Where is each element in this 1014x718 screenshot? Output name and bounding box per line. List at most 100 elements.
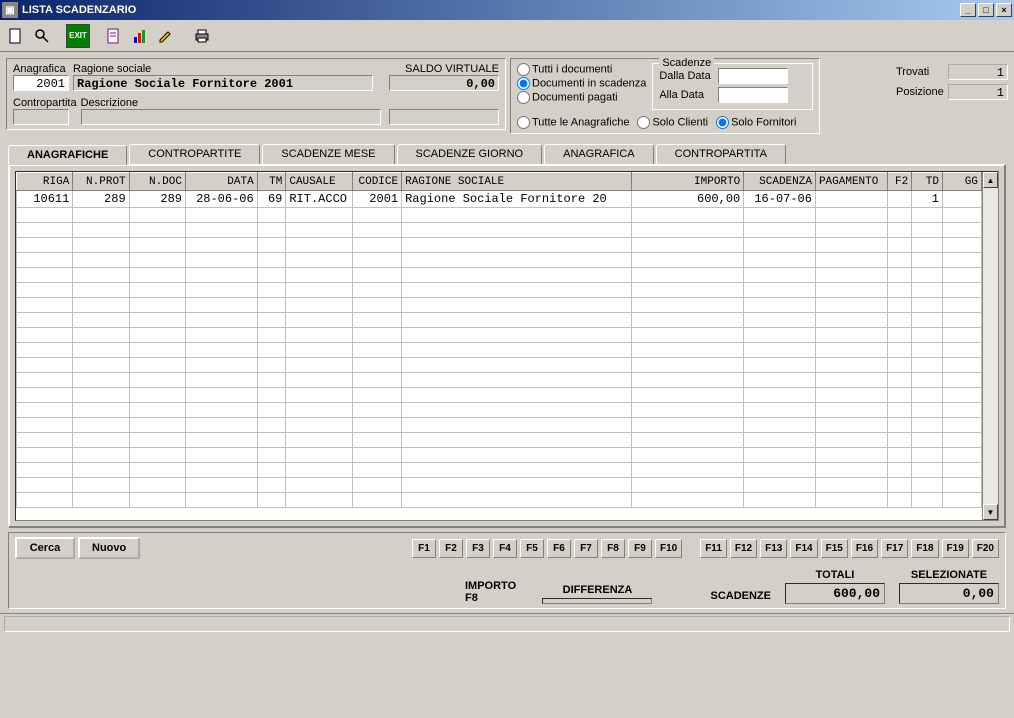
table-row[interactable] bbox=[17, 433, 982, 448]
col-scadenza[interactable]: SCADENZA bbox=[744, 173, 816, 191]
f4-button[interactable]: F4 bbox=[493, 539, 517, 558]
f11-button[interactable]: F11 bbox=[700, 539, 727, 558]
f3-button[interactable]: F3 bbox=[466, 539, 490, 558]
table-row[interactable] bbox=[17, 463, 982, 478]
col-ragione[interactable]: RAGIONE SOCIALE bbox=[402, 173, 631, 191]
descrizione-value bbox=[81, 109, 381, 125]
maximize-button[interactable]: □ bbox=[978, 3, 994, 17]
dalla-data-input[interactable] bbox=[718, 68, 788, 84]
scroll-up-icon[interactable]: ▲ bbox=[983, 172, 998, 188]
table-row[interactable] bbox=[17, 448, 982, 463]
search-icon[interactable] bbox=[30, 24, 54, 48]
scadenze-label: SCADENZE bbox=[710, 590, 771, 602]
col-pagamento[interactable]: PAGAMENTO bbox=[815, 173, 887, 191]
table-row[interactable] bbox=[17, 418, 982, 433]
tab-anagrafica[interactable]: ANAGRAFICA bbox=[544, 144, 654, 164]
f5-button[interactable]: F5 bbox=[520, 539, 544, 558]
print-icon[interactable] bbox=[190, 24, 214, 48]
col-nprot[interactable]: N.PROT bbox=[73, 173, 129, 191]
radio-solo-fornitori[interactable]: Solo Fornitori bbox=[716, 116, 796, 129]
tab-scadenze-giorno[interactable]: SCADENZE GIORNO bbox=[397, 144, 543, 164]
radio-doc-pagati[interactable]: Documenti pagati bbox=[517, 91, 646, 104]
table-row[interactable] bbox=[17, 358, 982, 373]
table-row[interactable] bbox=[17, 403, 982, 418]
table-row[interactable] bbox=[17, 313, 982, 328]
anagrafica-label: Anagrafica bbox=[13, 63, 69, 75]
tab-bar: ANAGRAFICHE CONTROPARTITE SCADENZE MESE … bbox=[8, 144, 1006, 164]
radio-tutte-anag[interactable]: Tutte le Anagrafiche bbox=[517, 116, 629, 129]
f14-button[interactable]: F14 bbox=[790, 539, 817, 558]
col-td[interactable]: TD bbox=[912, 173, 943, 191]
contropartita-label: Contropartita bbox=[13, 97, 77, 109]
table-row[interactable] bbox=[17, 478, 982, 493]
col-riga[interactable]: RIGA bbox=[17, 173, 73, 191]
ragione-value: Ragione Sociale Fornitore 2001 bbox=[73, 75, 373, 91]
cerca-button[interactable]: Cerca bbox=[15, 537, 75, 559]
f18-button[interactable]: F18 bbox=[911, 539, 938, 558]
f9-button[interactable]: F9 bbox=[628, 539, 652, 558]
col-importo[interactable]: IMPORTO bbox=[631, 173, 744, 191]
f16-button[interactable]: F16 bbox=[851, 539, 878, 558]
table-row[interactable] bbox=[17, 283, 982, 298]
close-button[interactable]: × bbox=[996, 3, 1012, 17]
f2-button[interactable]: F2 bbox=[439, 539, 463, 558]
radio-solo-clienti[interactable]: Solo Clienti bbox=[637, 116, 708, 129]
table-row[interactable] bbox=[17, 388, 982, 403]
contropartita-input[interactable] bbox=[13, 109, 69, 125]
table-row[interactable] bbox=[17, 238, 982, 253]
radio-tutti-doc[interactable]: Tutti i documenti bbox=[517, 63, 646, 76]
table-row[interactable] bbox=[17, 208, 982, 223]
table-row[interactable] bbox=[17, 223, 982, 238]
edit-icon[interactable] bbox=[154, 24, 178, 48]
chart-icon[interactable] bbox=[128, 24, 152, 48]
table-row[interactable] bbox=[17, 343, 982, 358]
col-f2[interactable]: F2 bbox=[887, 173, 912, 191]
table-row[interactable] bbox=[17, 253, 982, 268]
table-row[interactable]: 1061128928928-06-0669RIT.ACCO2001Ragione… bbox=[17, 191, 982, 208]
f15-button[interactable]: F15 bbox=[821, 539, 848, 558]
col-ndoc[interactable]: N.DOC bbox=[129, 173, 185, 191]
filter-panel: Tutti i documenti Documenti in scadenza … bbox=[510, 58, 820, 134]
table-row[interactable] bbox=[17, 373, 982, 388]
f19-button[interactable]: F19 bbox=[942, 539, 969, 558]
col-causale[interactable]: CAUSALE bbox=[286, 173, 353, 191]
saldo-label: SALDO VIRTUALE bbox=[405, 63, 499, 75]
exit-icon[interactable]: EXIT bbox=[66, 24, 90, 48]
anagrafica-input[interactable]: 2001 bbox=[13, 75, 69, 91]
descrizione-label: Descrizione bbox=[81, 97, 389, 109]
table-row[interactable] bbox=[17, 268, 982, 283]
table-row[interactable] bbox=[17, 328, 982, 343]
f8-button[interactable]: F8 bbox=[601, 539, 625, 558]
minimize-button[interactable]: _ bbox=[960, 3, 976, 17]
data-table[interactable]: RIGA N.PROT N.DOC DATA TM CAUSALE CODICE… bbox=[16, 172, 982, 508]
importo-f8-label: IMPORTO F8 bbox=[465, 580, 528, 604]
f13-button[interactable]: F13 bbox=[760, 539, 787, 558]
totali-value: 600,00 bbox=[785, 583, 885, 604]
tab-anagrafiche[interactable]: ANAGRAFICHE bbox=[8, 145, 127, 165]
nuovo-button[interactable]: Nuovo bbox=[78, 537, 140, 559]
table-row[interactable] bbox=[17, 493, 982, 508]
radio-doc-scadenza[interactable]: Documenti in scadenza bbox=[517, 77, 646, 90]
col-data[interactable]: DATA bbox=[185, 173, 257, 191]
f7-button[interactable]: F7 bbox=[574, 539, 598, 558]
f6-button[interactable]: F6 bbox=[547, 539, 571, 558]
table-row[interactable] bbox=[17, 298, 982, 313]
f17-button[interactable]: F17 bbox=[881, 539, 908, 558]
f12-button[interactable]: F12 bbox=[730, 539, 757, 558]
alla-data-input[interactable] bbox=[718, 87, 788, 103]
tab-scadenze-mese[interactable]: SCADENZE MESE bbox=[262, 144, 394, 164]
scroll-down-icon[interactable]: ▼ bbox=[983, 504, 998, 520]
vertical-scrollbar[interactable]: ▲ ▼ bbox=[982, 172, 998, 520]
tab-contropartite[interactable]: CONTROPARTITE bbox=[129, 144, 260, 164]
col-tm[interactable]: TM bbox=[257, 173, 286, 191]
f10-button[interactable]: F10 bbox=[655, 539, 682, 558]
differenza-label: DIFFERENZA bbox=[563, 584, 633, 596]
f1-button[interactable]: F1 bbox=[412, 539, 436, 558]
doc-icon[interactable] bbox=[102, 24, 126, 48]
tab-contropartita[interactable]: CONTROPARTITA bbox=[656, 144, 786, 164]
col-gg[interactable]: GG bbox=[942, 173, 981, 191]
col-codice[interactable]: CODICE bbox=[352, 173, 401, 191]
trovati-value: 1 bbox=[948, 64, 1008, 80]
f20-button[interactable]: F20 bbox=[972, 539, 999, 558]
new-icon[interactable] bbox=[4, 24, 28, 48]
